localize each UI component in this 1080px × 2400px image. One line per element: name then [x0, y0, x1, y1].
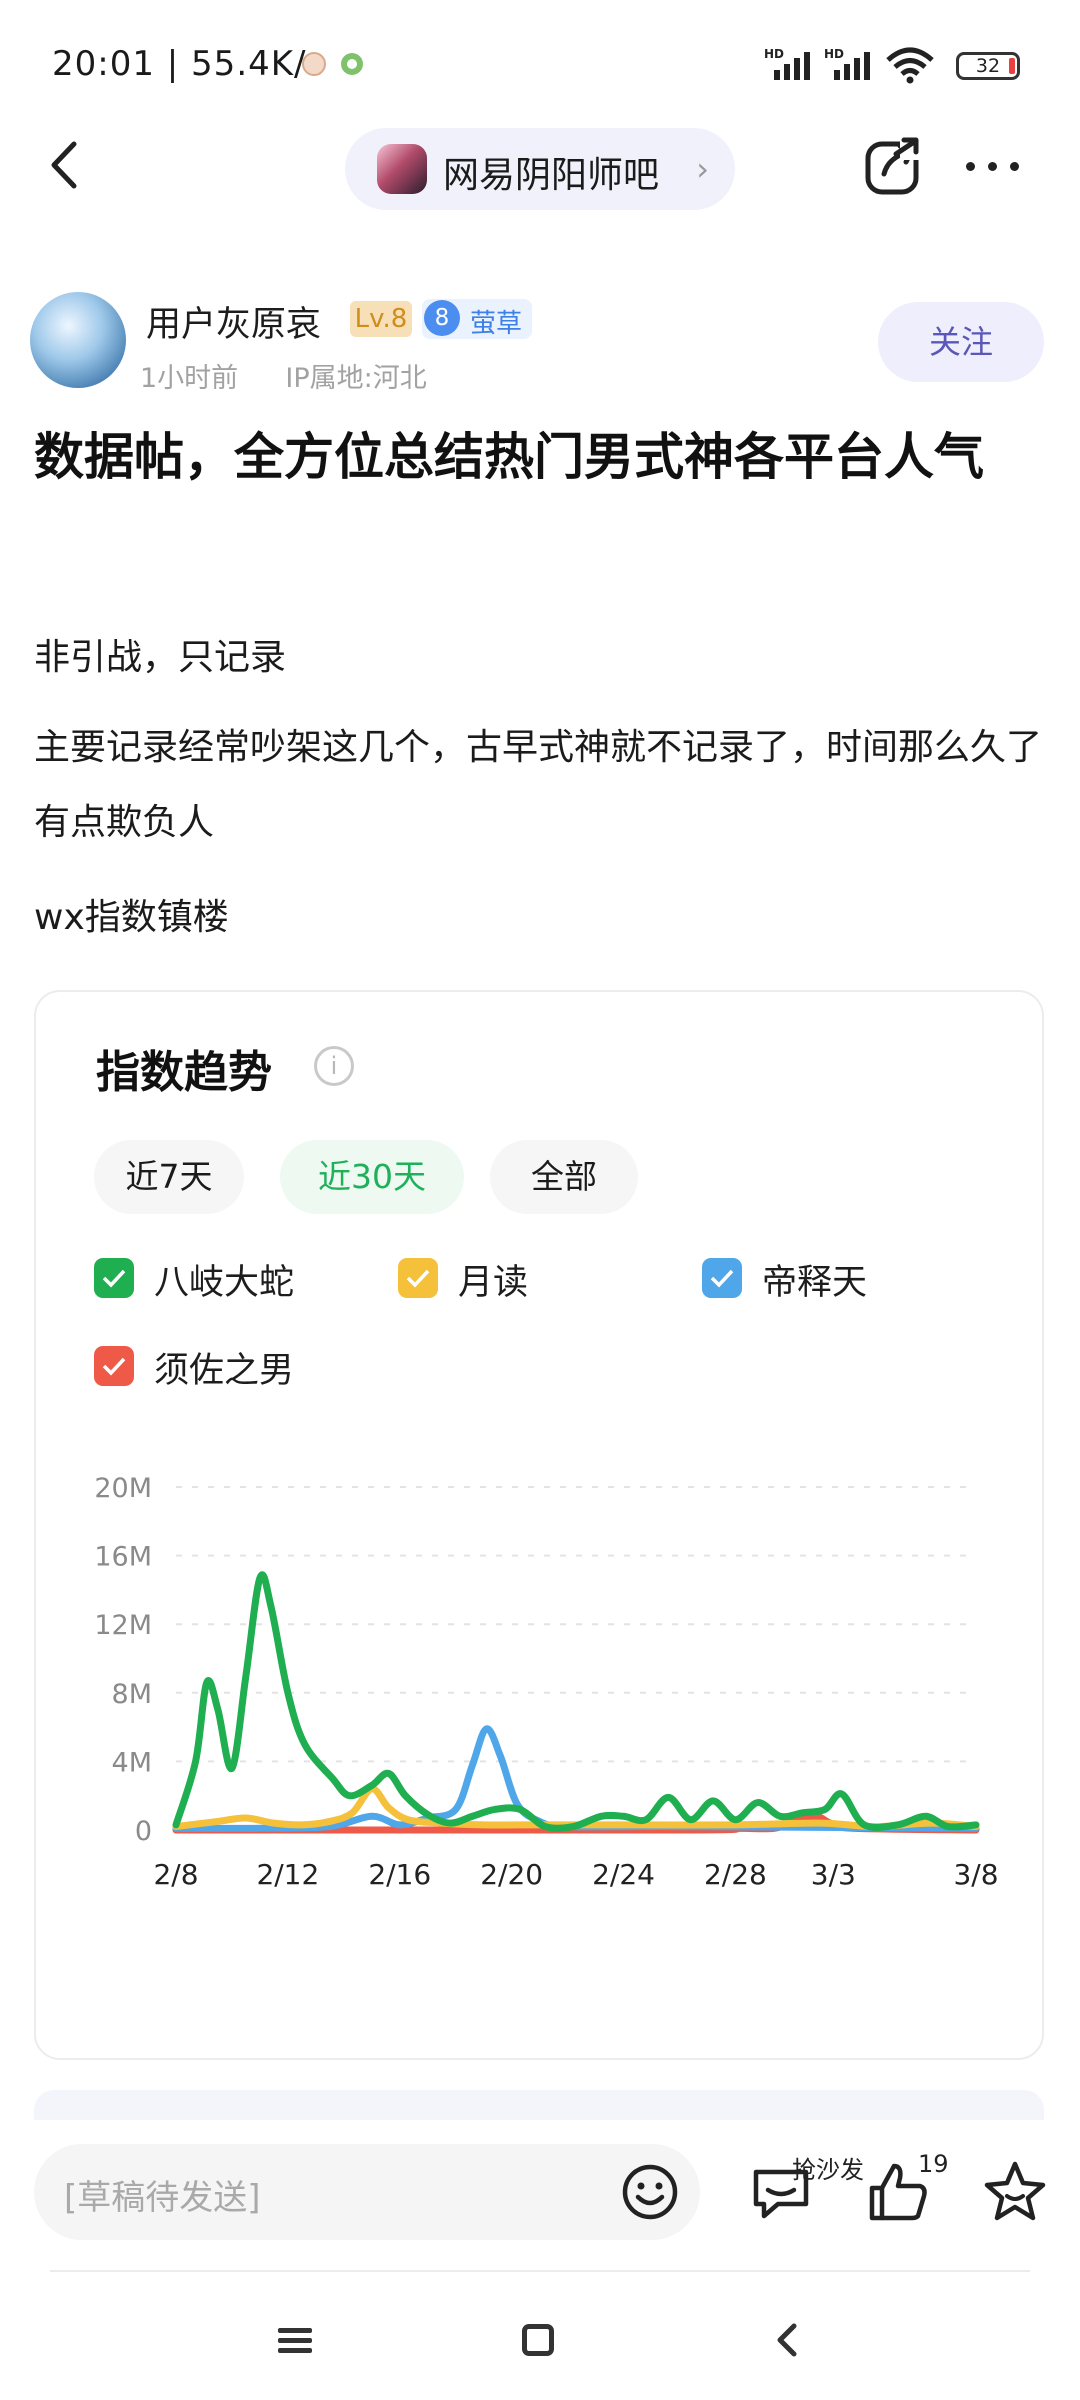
author-avatar[interactable]	[30, 292, 126, 388]
rank-number: 8	[424, 300, 460, 336]
notification-icon	[302, 52, 326, 76]
y-tick-label: 20M	[94, 1473, 152, 1504]
star-icon[interactable]	[980, 2158, 1050, 2228]
checkbox-icon	[94, 1258, 134, 1298]
legend-label: 月读	[458, 1263, 529, 1303]
y-tick-label: 0	[135, 1816, 152, 1847]
more-icon-dot	[1010, 162, 1019, 171]
forum-name: 网易阴阳师吧	[443, 155, 660, 196]
home-icon[interactable]	[522, 2324, 554, 2356]
emoji-icon[interactable]	[620, 2162, 680, 2222]
x-tick-label: 2/16	[368, 1858, 431, 1891]
checkbox-icon	[398, 1258, 438, 1298]
share-icon	[865, 136, 924, 195]
app-notification-icon	[341, 53, 363, 75]
x-tick-label: 2/8	[153, 1858, 198, 1891]
more-icon-dot	[988, 162, 997, 171]
signal-icon-2: HD	[824, 47, 870, 80]
status-bar: 20:01 | 55.4K/s HD HD 32	[0, 0, 1080, 120]
rank-badge: 8 萤草	[422, 299, 532, 339]
x-tick-label: 2/20	[480, 1858, 543, 1891]
legend-label: 须佐之男	[154, 1351, 295, 1391]
comment-input[interactable]: [草稿待发送]	[34, 2144, 700, 2240]
share-button[interactable]	[862, 134, 926, 198]
app-root: 20:01 | 55.4K/s HD HD 32 网易阴阳师吧 › 用户灰原哀 …	[0, 0, 1080, 2400]
level-badge: Lv.8	[350, 301, 412, 337]
svg-text:HD: HD	[824, 47, 844, 61]
post-meta: 1小时前 IP属地:河北	[140, 356, 427, 395]
next-card-edge	[34, 2090, 1044, 2120]
y-tick-label: 8M	[112, 1679, 152, 1710]
index-trend-card: 指数趋势 i 近7天 近30天 全部 八岐大蛇 月读 帝释天 须佐之男 0 4M…	[34, 990, 1044, 2060]
svg-text:HD: HD	[764, 47, 784, 61]
follow-button[interactable]: 关注	[878, 302, 1044, 382]
trend-chart: 0 4M 8M 12M 16M 20M 2/8 2/12 2/16 2/20 2/24 2/28 3/3…	[94, 1473, 998, 1891]
forum-link[interactable]: 网易阴阳师吧 ›	[345, 128, 735, 210]
back-icon[interactable]	[772, 2320, 802, 2360]
y-tick-label: 4M	[112, 1747, 152, 1778]
legend-label: 八岐大蛇	[154, 1263, 295, 1303]
series-line	[172, 1571, 980, 1832]
signal-icon-1: HD	[764, 47, 810, 80]
wifi-icon	[886, 47, 934, 84]
more-icon-dot	[966, 162, 975, 171]
battery-level: 32	[975, 55, 1001, 77]
forum-avatar	[377, 144, 427, 194]
more-button[interactable]	[958, 140, 1028, 192]
x-tick-label: 2/24	[592, 1858, 655, 1891]
battery-indicator: 32	[956, 52, 1020, 80]
y-tick-label: 16M	[94, 1542, 152, 1573]
x-tick-label: 2/28	[704, 1858, 767, 1891]
checkbox-icon	[94, 1346, 134, 1386]
post-time: 1小时前	[140, 363, 239, 394]
x-tick-label: 2/12	[256, 1858, 319, 1891]
post-paragraph: 非引战，只记录	[34, 637, 287, 678]
legend-label: 帝释天	[762, 1263, 868, 1303]
chevron-right-icon: ›	[696, 150, 709, 188]
x-tick-label: 3/3	[811, 1858, 856, 1891]
bottom-action-bar: [草稿待发送] 抢沙发 19	[0, 2120, 1080, 2275]
y-tick-label: 12M	[94, 1610, 152, 1641]
checkbox-icon	[702, 1258, 742, 1298]
system-navigation-bar	[0, 2290, 1080, 2400]
tab-all[interactable]: 全部	[490, 1140, 638, 1214]
info-icon[interactable]: i	[314, 1046, 354, 1086]
tab-30-days[interactable]: 近30天	[280, 1140, 464, 1214]
card-title: 指数趋势	[96, 1047, 272, 1098]
post-title: 数据帖，全方位总结热门男式神各平台人气	[34, 428, 984, 486]
post-paragraph: wx指数镇楼	[34, 897, 229, 938]
tab-7-days[interactable]: 近7天	[94, 1140, 244, 1214]
battery-low-mark	[1009, 58, 1015, 74]
divider	[50, 2270, 1030, 2272]
comment-placeholder: [草稿待发送]	[64, 2178, 261, 2218]
status-time-speed: 20:01 | 55.4K/s	[52, 44, 326, 84]
author-name[interactable]: 用户灰原哀	[146, 296, 321, 347]
like-count: 19	[918, 2150, 949, 2178]
menu-icon[interactable]	[278, 2326, 312, 2356]
rank-label: 萤草	[470, 309, 523, 339]
back-button[interactable]	[40, 130, 90, 200]
chevron-left-icon	[51, 141, 77, 189]
x-tick-label: 3/8	[953, 1858, 998, 1891]
post-paragraph: 主要记录经常吵架这几个，古早式神就不记录了，时间那么久了有点欺负人	[34, 727, 1043, 843]
post-ip: IP属地:河北	[285, 363, 427, 394]
sofa-label: 抢沙发	[792, 2156, 864, 2184]
